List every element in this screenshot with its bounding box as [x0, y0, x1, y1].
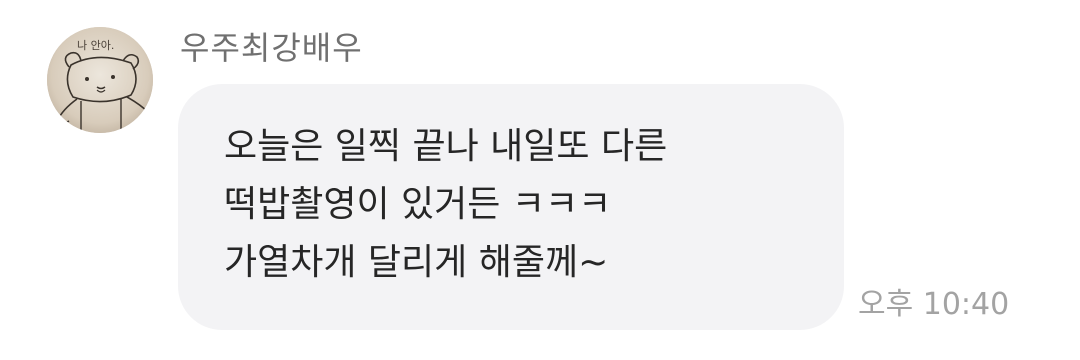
- chat-message-row: 나 안아. 우주최강배우 오늘은 일찍 끝나 내일또 다른 떡밥촬영이 있거든 …: [0, 0, 1080, 360]
- message-bubble[interactable]: 오늘은 일찍 끝나 내일또 다른 떡밥촬영이 있거든 ㅋㅋㅋ 가열차개 달리게 …: [178, 84, 844, 330]
- avatar-scribble-text: 나 안아.: [77, 39, 114, 52]
- message-timestamp: 오후 10:40: [858, 287, 1010, 322]
- sender-name[interactable]: 우주최강배우: [180, 26, 363, 70]
- bear-drawing-icon: 나 안아.: [47, 27, 153, 133]
- message-line: 오늘은 일찍 끝나 내일또 다른: [224, 126, 668, 167]
- profile-avatar[interactable]: 나 안아.: [47, 27, 153, 133]
- message-line: 떡밥촬영이 있거든 ㅋㅋㅋ: [224, 184, 612, 225]
- message-text: 오늘은 일찍 끝나 내일또 다른 떡밥촬영이 있거든 ㅋㅋㅋ 가열차개 달리게 …: [224, 118, 824, 292]
- message-line: 가열차개 달리게 해줄께~: [224, 242, 609, 283]
